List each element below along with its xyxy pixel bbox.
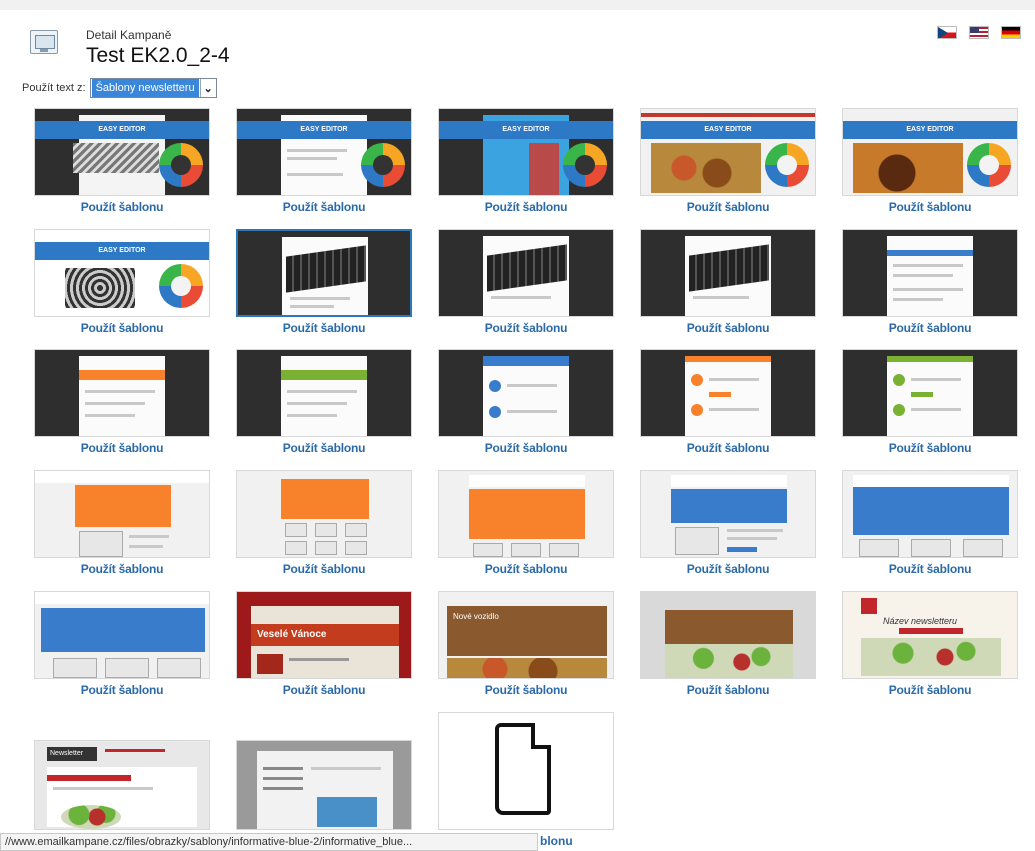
use-template-link[interactable]: Použít šablonu [34,200,210,214]
use-template-link[interactable]: Použít šablonu [842,562,1018,576]
use-template-link-partial[interactable]: blonu [540,834,573,848]
template-card: Použít šablonu [438,229,614,335]
use-template-link[interactable]: Použít šablonu [236,321,412,335]
template-card: Použít šablonu [842,229,1018,335]
template-card: Použít šablonu [640,470,816,576]
use-template-link[interactable]: Použít šablonu [842,683,1018,697]
use-template-link[interactable]: Použít šablonu [640,683,816,697]
template-thumbnail[interactable]: Veselé Vánoce [236,591,412,679]
template-thumbnail-selected[interactable] [236,229,412,317]
template-card: EASY EDITOR Použít šablonu [438,108,614,214]
use-template-link[interactable]: Použít šablonu [34,562,210,576]
template-thumbnail[interactable]: EASY EDITOR [34,229,210,317]
template-thumbnail[interactable] [438,349,614,437]
template-thumbnail[interactable] [34,591,210,679]
template-card: Použít šablonu [236,470,412,576]
template-thumbnail[interactable] [640,470,816,558]
template-thumbnail[interactable] [842,229,1018,317]
template-thumbnail[interactable]: Název newsletteru [842,591,1018,679]
use-template-link[interactable]: Použít šablonu [640,562,816,576]
template-card: Veselé Vánoce Použít šablonu [236,591,412,697]
template-thumbnail[interactable] [640,229,816,317]
use-template-link[interactable]: Použít šablonu [842,441,1018,455]
template-thumbnail[interactable] [640,349,816,437]
template-card: Použít šablonu [438,349,614,455]
template-card: EASY EDITOR Použít šablonu [640,108,816,214]
template-thumbnail[interactable] [34,349,210,437]
template-thumbnail[interactable] [438,470,614,558]
blank-template-icon [495,723,551,815]
use-template-link[interactable]: Použít šablonu [438,200,614,214]
template-thumbnail[interactable] [438,712,614,830]
use-template-link[interactable]: Použít šablonu [34,321,210,335]
template-card: Použít šablonu [640,591,816,697]
template-card: Použít šablonu [842,349,1018,455]
use-template-link[interactable]: Použít šablonu [640,200,816,214]
template-thumbnail[interactable]: EASY EDITOR [34,108,210,196]
template-card: Název newsletteru Použít šablonu [842,591,1018,697]
template-card: Newsletter [34,740,210,830]
use-template-link[interactable]: Použít šablonu [842,321,1018,335]
use-template-link[interactable]: Použít šablonu [438,441,614,455]
template-grid: EASY EDITOR Použít šablonu EASY EDITOR P… [0,0,1035,851]
use-template-link[interactable]: Použít šablonu [34,683,210,697]
use-template-link[interactable]: Použít šablonu [438,321,614,335]
template-card: Použít šablonu [438,470,614,576]
template-thumbnail[interactable] [236,470,412,558]
template-card: EASY EDITOR Použít šablonu [842,108,1018,214]
template-thumbnail[interactable]: Nové vozidlo [438,591,614,679]
template-card: EASY EDITOR Použít šablonu [34,229,210,335]
template-thumbnail[interactable] [236,740,412,830]
template-thumbnail[interactable] [438,229,614,317]
template-card: Použít šablonu [34,591,210,697]
template-card: Použít šablonu [236,229,412,335]
browser-status-bar: //www.emailkampane.cz/files/obrazky/sabl… [0,833,538,851]
use-template-link[interactable]: Použít šablonu [236,562,412,576]
template-thumbnail[interactable]: EASY EDITOR [640,108,816,196]
use-template-link[interactable]: Použít šablonu [438,562,614,576]
template-card: Použít šablonu [640,349,816,455]
template-card: Použít šablonu [842,470,1018,576]
template-card: Nové vozidlo Použít šablonu [438,591,614,697]
template-card: Použít šablonu [640,229,816,335]
use-template-link[interactable]: Použít šablonu [438,683,614,697]
template-card: Použít šablonu [34,470,210,576]
template-thumbnail[interactable]: EASY EDITOR [438,108,614,196]
template-thumbnail[interactable] [34,470,210,558]
template-card [438,712,614,830]
use-template-link[interactable]: Použít šablonu [640,321,816,335]
template-card: EASY EDITOR Použít šablonu [236,108,412,214]
template-card [236,740,412,830]
use-template-link[interactable]: Použít šablonu [640,441,816,455]
use-template-link[interactable]: Použít šablonu [842,200,1018,214]
template-thumbnail[interactable]: EASY EDITOR [236,108,412,196]
template-card: Použít šablonu [236,349,412,455]
template-card: Použít šablonu [34,349,210,455]
template-thumbnail[interactable] [640,591,816,679]
template-card: EASY EDITOR Použít šablonu [34,108,210,214]
template-thumbnail[interactable] [842,349,1018,437]
template-thumbnail[interactable]: EASY EDITOR [842,108,1018,196]
use-template-link[interactable]: Použít šablonu [236,683,412,697]
use-template-link[interactable]: Použít šablonu [34,441,210,455]
use-template-link[interactable]: Použít šablonu [236,441,412,455]
use-template-link[interactable]: Použít šablonu [236,200,412,214]
template-thumbnail[interactable]: Newsletter [34,740,210,830]
template-thumbnail[interactable] [842,470,1018,558]
template-thumbnail[interactable] [236,349,412,437]
